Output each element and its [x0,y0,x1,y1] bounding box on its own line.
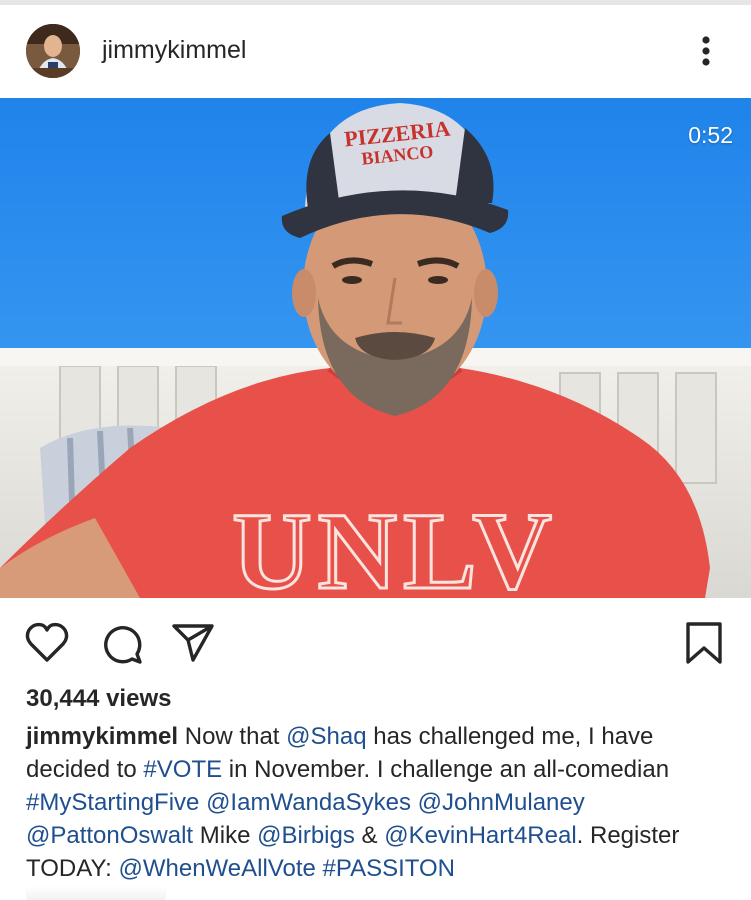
send-icon [172,624,214,662]
post-username[interactable]: jimmykimmel [102,36,246,65]
shirt-text: UNLV [232,490,558,598]
caption-text: Now that [178,723,287,750]
post-actions [0,598,751,678]
view-count: 30,444 views [26,685,172,712]
post-caption: jimmykimmel Now that @Shaq has challenge… [26,720,731,885]
caption-text [411,789,418,816]
share-button[interactable] [170,620,216,666]
mention-link[interactable]: @PattonOswalt [26,822,193,849]
hashtag-link[interactable]: #MyStartingFive [26,789,199,816]
mention-link[interactable]: @Birbigs [257,822,355,849]
hashtag-link[interactable]: #VOTE [143,756,222,783]
caption-text: Mike [193,822,258,849]
bookmark-icon [686,622,722,664]
caption-text [316,855,323,882]
mention-link[interactable]: @IamWandaSykes [206,789,411,816]
post-header: jimmykimmel [0,6,751,98]
more-vertical-icon [702,36,710,66]
video-duration: 0:52 [688,122,733,148]
mention-link[interactable]: @JohnMulaney [418,789,585,816]
avatar[interactable] [26,24,80,78]
caption-text: & [354,822,385,849]
comment-icon [104,626,142,664]
heart-icon [25,622,69,662]
top-divider [0,0,751,5]
mention-link[interactable]: @WhenWeAllVote [118,855,315,882]
next-line-peek [26,886,166,900]
like-button[interactable] [24,620,70,666]
comment-button[interactable] [98,620,144,666]
more-options-button[interactable] [690,32,722,72]
caption-username[interactable]: jimmykimmel [26,723,178,750]
mention-link[interactable]: @Shaq [286,723,366,750]
post-video[interactable]: UNLV PIZZERIA BIANCO 0:52 [0,98,751,598]
mention-link[interactable]: @KevinHart4Real [384,822,576,849]
save-button[interactable] [682,620,728,666]
hashtag-link[interactable]: #PASSITON [323,855,456,882]
caption-text: in November. I challenge an all-comedian [222,756,670,783]
